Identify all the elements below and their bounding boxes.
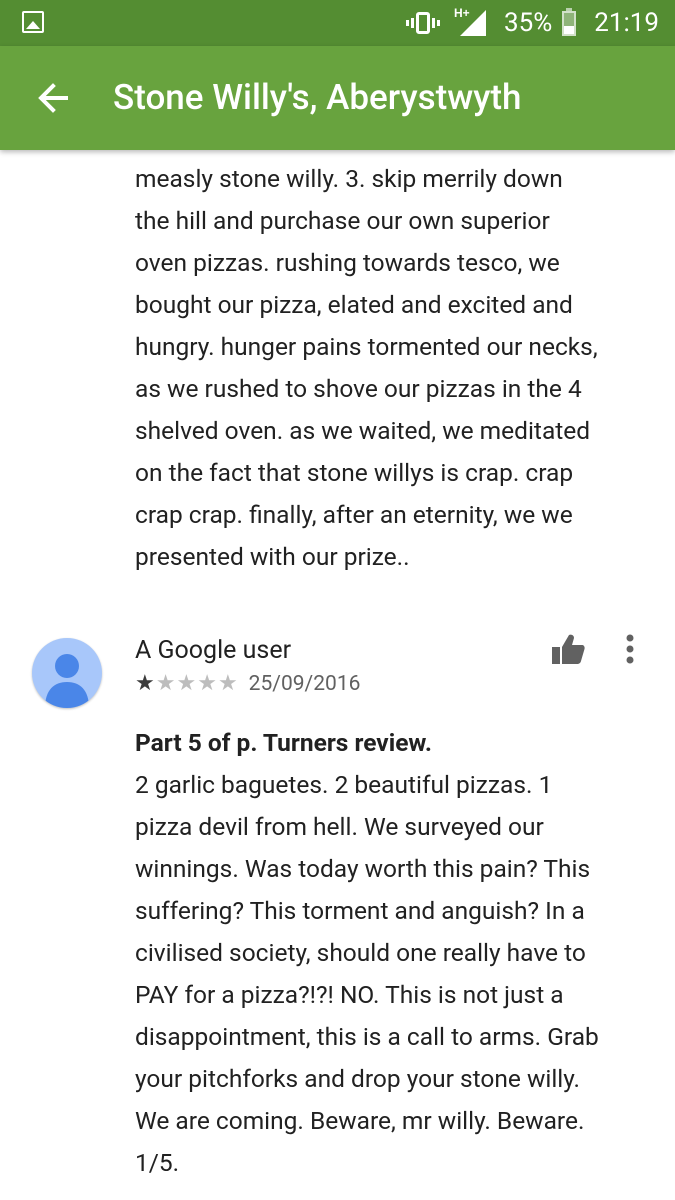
reviews-list[interactable]: measly stone willy. 3. skip merrily down… [0,150,675,1200]
vibrate-icon [405,10,442,36]
signal-icon: H+ [454,7,486,38]
star-icon: ★ [176,671,197,696]
review-line: shelved oven. as we waited, we meditated [135,416,591,445]
app-bar: Stone Willy's, Aberystwyth [0,46,675,150]
more-options-button[interactable] [616,630,644,670]
review-line: 2 garlic baguetes. 2 beautiful pizzas. 1 [135,770,553,799]
star-icon: ★ [135,671,155,696]
review-date: 25/09/2016 [248,672,361,696]
status-icons: H+ 35% 21:19 [405,0,659,46]
review-line: oven pizzas. rushing towards tesco, we [135,248,560,277]
thumbs-up-icon [552,634,585,664]
review-line: measly stone willy. 3. skip merrily down [135,164,563,193]
review-line: presented with our prize.. [135,542,410,571]
review-body: 2 garlic baguetes. 2 beautiful pizzas. 1… [135,764,599,1184]
star-rating: ★ ★ ★ ★ ★ 25/09/2016 [135,669,360,699]
review-line: the hill and purchase our own superior [135,206,550,235]
review-line: as we rushed to shove our pizzas in the … [135,374,582,403]
helpful-button[interactable] [548,630,588,670]
review-body: measly stone willy. 3. skip merrily down… [135,158,598,578]
review-line: crap crap. finally, after an eternity, w… [135,500,573,529]
status-bar: H+ 35% 21:19 [0,0,675,46]
page-title: Stone Willy's, Aberystwyth [113,77,522,118]
review-line: civilised society, should one really hav… [135,938,586,967]
review-line: suffering? This torment and anguish? In … [135,896,585,925]
clock: 21:19 [594,8,659,38]
battery-icon [562,7,577,36]
back-button[interactable] [26,70,82,126]
gallery-icon [22,11,44,33]
review-title: Part 5 of p. Turners review. [135,728,433,757]
review-author: A Google user [135,636,292,665]
review-line: PAY for a pizza?!?! NO. This is not just… [135,980,564,1009]
review-line: We are coming. Beware, mr willy. Beware. [135,1106,585,1135]
star-icon: ★ [217,671,238,696]
avatar [32,638,102,708]
arrow-back-icon [38,83,68,113]
review-line: winnings. Was today worth this pain? Thi… [135,854,591,883]
star-icon: ★ [197,671,217,696]
review-line: your pitchforks and drop your stone will… [135,1064,581,1093]
avatar-person-icon [45,654,89,708]
review-line: hungry. hunger pains tormented our necks… [135,332,598,361]
review-line: 1/5. [135,1148,180,1177]
review-line: on the fact that stone willys is crap. c… [135,458,574,487]
battery-percent: 35% [503,8,553,38]
review-line: bought our pizza, elated and excited and [135,290,573,319]
review-line: disappointment, this is a call to arms. … [135,1022,599,1051]
more-vert-icon [626,634,634,664]
star-icon: ★ [155,671,176,696]
review-line: pizza devil from hell. We surveyed our [135,812,544,841]
